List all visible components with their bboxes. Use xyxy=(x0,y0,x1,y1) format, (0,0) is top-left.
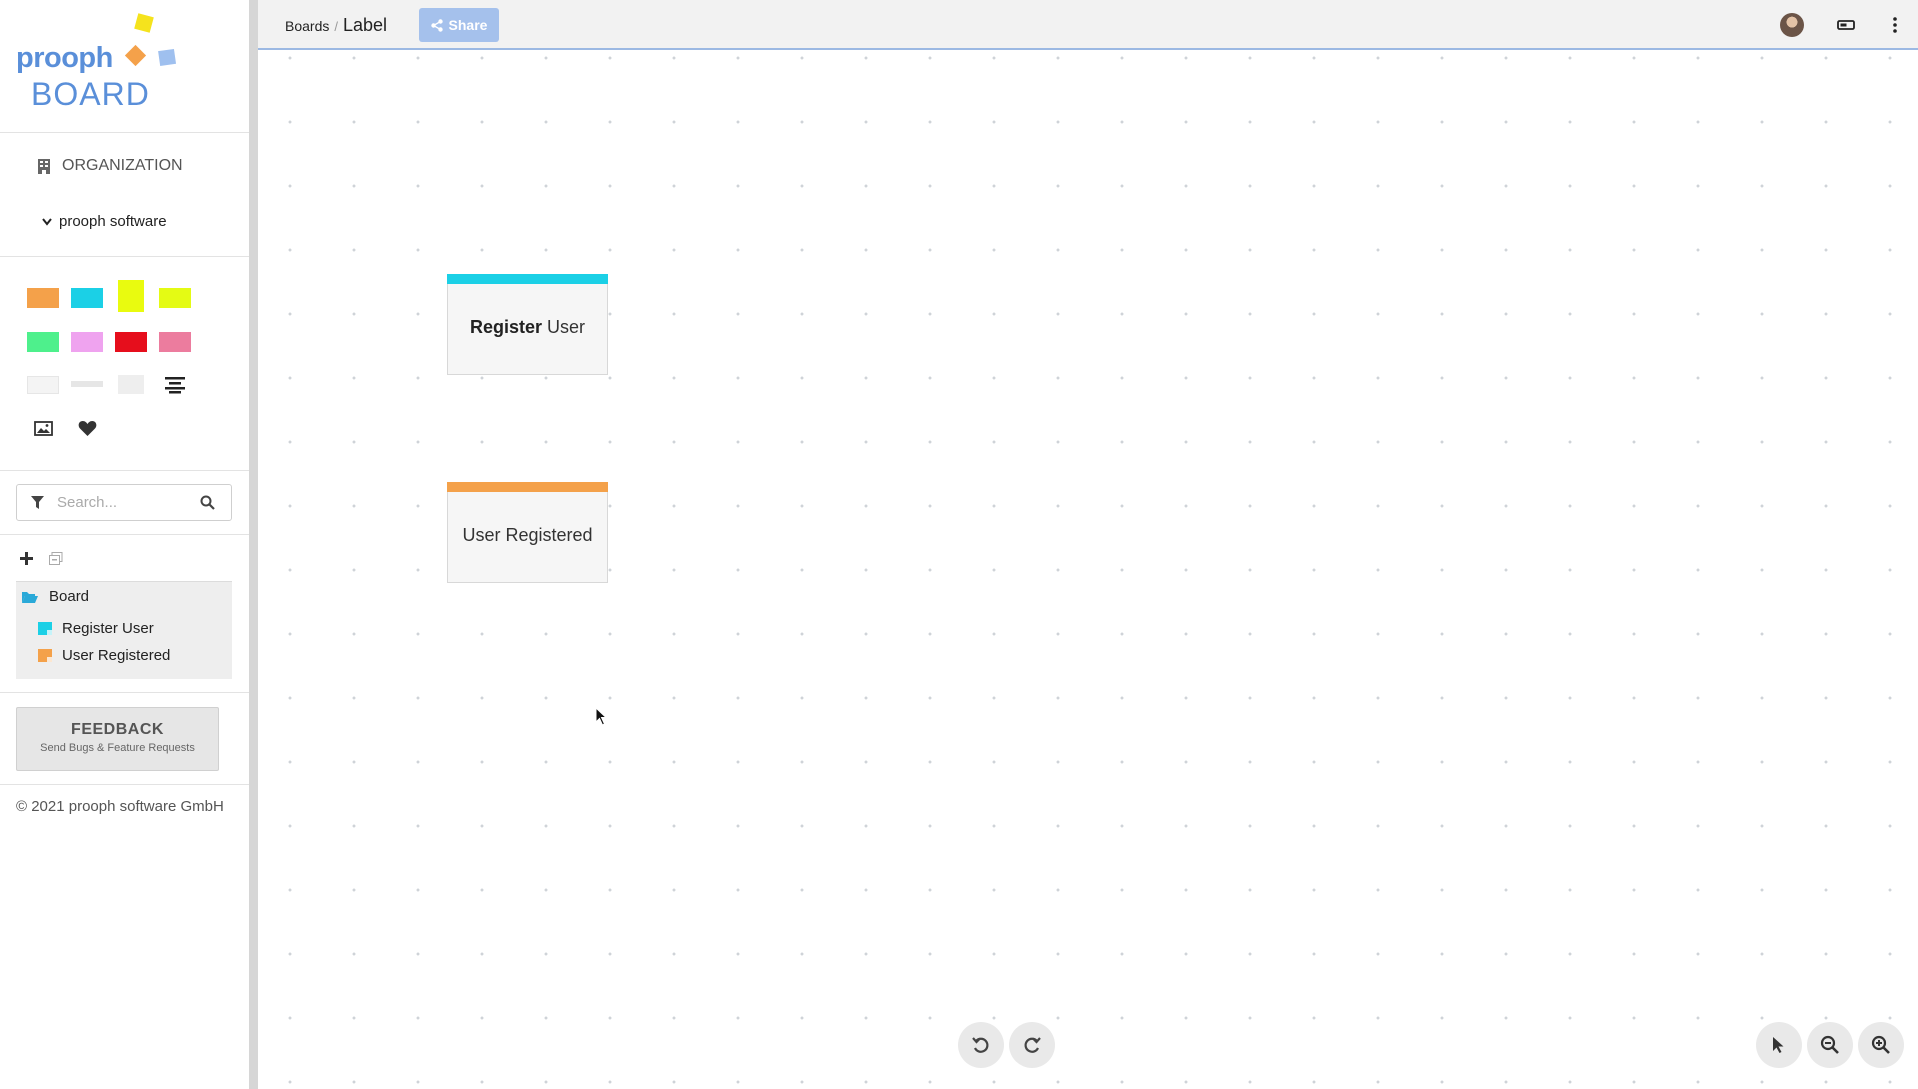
organization-title: ORGANIZATION xyxy=(62,157,183,174)
swatch-cyan-sticky[interactable] xyxy=(71,288,103,308)
card-color-bar xyxy=(447,274,608,284)
text-element-icon[interactable] xyxy=(27,376,59,394)
redo-button[interactable] xyxy=(1009,1022,1055,1068)
more-options-icon[interactable] xyxy=(1883,13,1907,37)
zoom-in-button[interactable] xyxy=(1858,1022,1904,1068)
filter-icon[interactable] xyxy=(17,496,57,509)
organization-header[interactable]: ORGANIZATION xyxy=(38,157,183,175)
copyright: © 2021 prooph software GmbH xyxy=(16,798,224,815)
add-icon[interactable] xyxy=(20,552,33,570)
collapse-all-icon[interactable] xyxy=(49,552,63,570)
heart-icon[interactable] xyxy=(71,414,103,442)
organization-item-label: prooph software xyxy=(59,213,167,230)
text-align-icon[interactable] xyxy=(159,371,191,399)
card-text-rest: User Registered xyxy=(462,525,593,545)
zoom-out-icon xyxy=(1820,1035,1839,1054)
undo-button[interactable] xyxy=(958,1022,1004,1068)
share-button[interactable]: Share xyxy=(419,8,499,42)
sticky-note-icon xyxy=(38,649,52,662)
zoom-in-icon xyxy=(1871,1035,1890,1054)
line-element-icon[interactable] xyxy=(71,381,103,387)
logo[interactable]: prooph BOARD xyxy=(0,0,249,133)
tree-item-label: Board xyxy=(49,588,90,605)
element-palette xyxy=(0,258,249,471)
search-box xyxy=(16,484,232,521)
breadcrumb: Boards / Label xyxy=(285,15,387,36)
top-bar: Boards / Label Share xyxy=(258,0,1918,50)
toggle-panel-icon[interactable] xyxy=(1834,13,1858,37)
logo-stickies-icon xyxy=(124,13,177,67)
search-input[interactable] xyxy=(57,494,187,511)
feedback-subtitle: Send Bugs & Feature Requests xyxy=(40,742,195,754)
breadcrumb-boards-link[interactable]: Boards xyxy=(285,18,329,34)
card-color-bar xyxy=(447,482,608,492)
tree-item-label: Register User xyxy=(62,620,154,637)
building-icon xyxy=(38,158,50,174)
feedback-title: FEEDBACK xyxy=(71,721,164,738)
sidebar-resize-handle[interactable] xyxy=(249,0,258,1089)
zoom-out-button[interactable] xyxy=(1807,1022,1853,1068)
card-text-bold: Register xyxy=(469,317,542,337)
logo-text-prooph: prooph xyxy=(16,42,113,74)
logo-text-board: BOARD xyxy=(31,76,150,112)
sidebar: prooph BOARD ORGANIZATION prooph softwar… xyxy=(0,0,249,1089)
undo-icon xyxy=(972,1037,989,1053)
feedback-button[interactable]: FEEDBACK Send Bugs & Feature Requests xyxy=(16,707,219,771)
feedback-section: FEEDBACK Send Bugs & Feature Requests xyxy=(0,694,249,785)
mouse-cursor-icon xyxy=(595,707,607,726)
swatch-yellow-tall-sticky[interactable] xyxy=(118,280,144,312)
board-canvas[interactable]: Register User User Registered xyxy=(258,52,1918,1089)
share-label: Share xyxy=(448,17,488,33)
swatch-yellow-sticky[interactable] xyxy=(159,288,191,308)
swatch-orange-sticky[interactable] xyxy=(27,288,59,308)
sticky-card-user-registered[interactable]: User Registered xyxy=(447,482,608,583)
search-section xyxy=(0,472,249,535)
tree-item-label: User Registered xyxy=(62,647,171,664)
box-element-icon[interactable] xyxy=(118,375,144,394)
pointer-icon xyxy=(1773,1037,1784,1053)
sticky-note-icon xyxy=(38,622,52,635)
image-icon[interactable] xyxy=(27,414,59,442)
tree-item-register-user[interactable]: Register User xyxy=(38,620,154,637)
redo-icon xyxy=(1024,1037,1041,1053)
select-tool-button[interactable] xyxy=(1756,1022,1802,1068)
organization-item[interactable]: prooph software xyxy=(42,213,167,230)
user-avatar[interactable] xyxy=(1780,13,1804,37)
swatch-red-sticky[interactable] xyxy=(115,332,147,352)
swatch-pink-sticky[interactable] xyxy=(71,332,103,352)
swatch-rose-sticky[interactable] xyxy=(159,332,191,352)
tree-item-user-registered[interactable]: User Registered xyxy=(38,647,170,664)
card-text: User Registered xyxy=(462,525,592,546)
organization-section: ORGANIZATION prooph software xyxy=(0,133,249,257)
board-title[interactable]: Label xyxy=(343,15,387,36)
folder-open-icon xyxy=(22,591,38,603)
sticky-card-register-user[interactable]: Register User xyxy=(447,274,608,375)
swatch-green-sticky[interactable] xyxy=(27,332,59,352)
chevron-down-icon xyxy=(42,217,52,226)
breadcrumb-separator: / xyxy=(334,19,338,34)
card-text: Register User xyxy=(470,317,585,338)
element-tree: Board Register User User Registered xyxy=(0,536,249,693)
share-icon xyxy=(430,18,443,32)
tree-panel: Board Register User User Registered xyxy=(16,581,232,679)
search-icon[interactable] xyxy=(187,495,227,510)
card-text-rest: User xyxy=(542,317,586,337)
tree-item-board[interactable]: Board xyxy=(21,588,89,605)
tree-toolbar xyxy=(20,552,63,570)
